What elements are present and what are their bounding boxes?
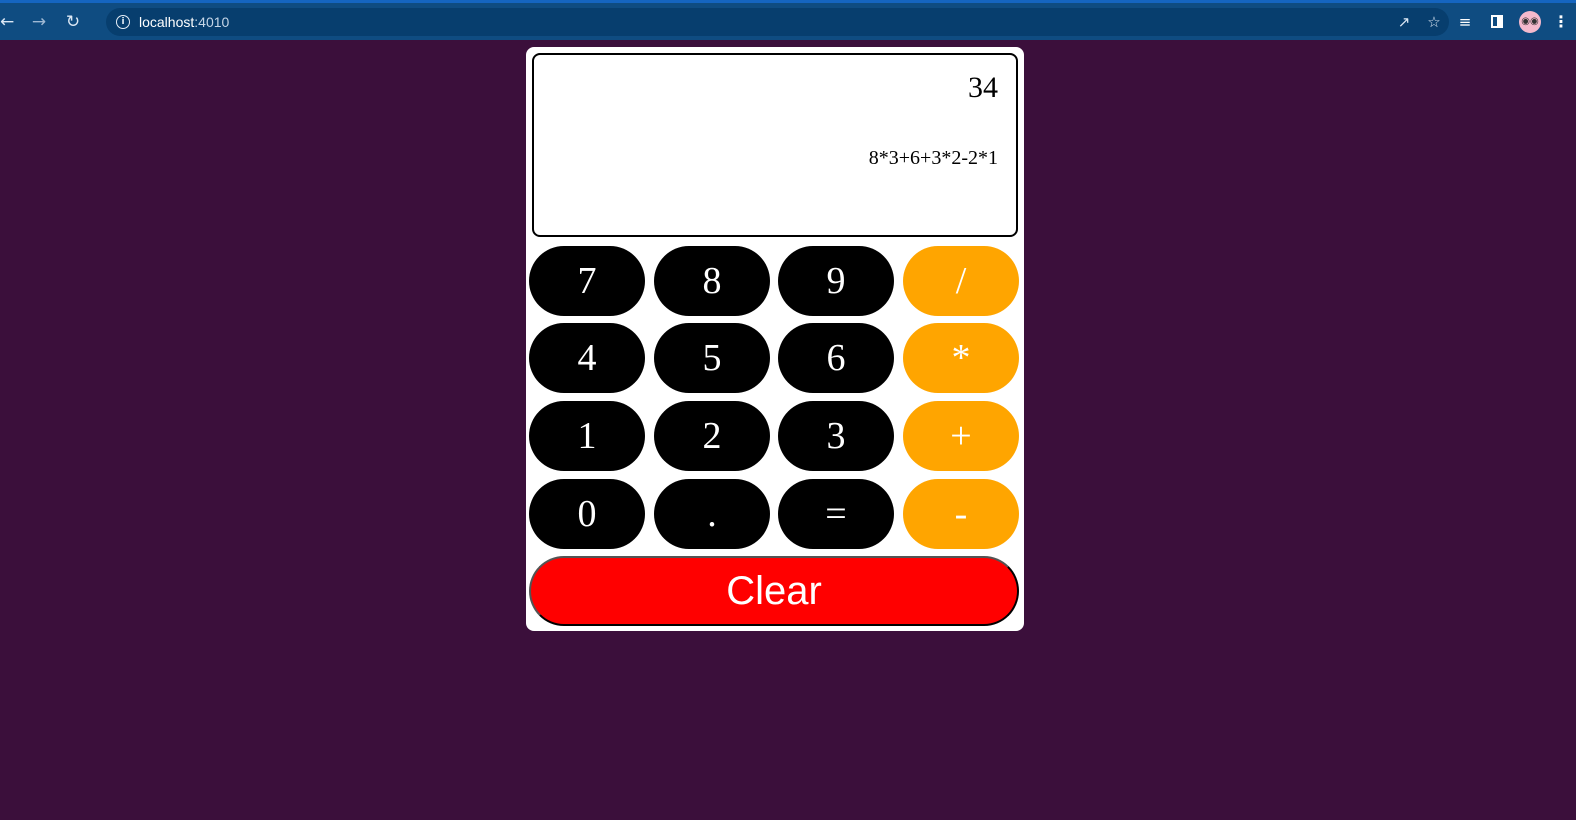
- calculator: 34 8*3+6+3*2-2*1 7 8 9 / 4 5 6 * 1 2 3 +…: [526, 47, 1024, 631]
- key-5[interactable]: 5: [654, 323, 770, 393]
- clear-button[interactable]: Clear: [529, 556, 1019, 626]
- expression-value: 8*3+6+3*2-2*1: [868, 147, 998, 169]
- result-value: 34: [968, 71, 998, 104]
- key-3[interactable]: 3: [778, 401, 894, 471]
- reading-list-icon[interactable]: ≡: [1449, 8, 1481, 36]
- share-icon[interactable]: ↗: [1389, 8, 1419, 36]
- info-icon[interactable]: i: [116, 14, 130, 29]
- key-divide[interactable]: /: [903, 246, 1019, 316]
- key-multiply[interactable]: *: [903, 323, 1019, 393]
- forward-arrow-icon[interactable]: →: [26, 9, 52, 35]
- address-bar[interactable]: i localhost:4010 ↗ ☆: [106, 7, 1449, 36]
- url-port: :4010: [194, 13, 230, 30]
- url-host: localhost: [139, 13, 195, 30]
- key-8[interactable]: 8: [654, 246, 770, 316]
- calculator-display: 34 8*3+6+3*2-2*1: [532, 53, 1018, 237]
- side-panel-icon[interactable]: [1481, 8, 1513, 36]
- browser-toolbar: ← → ↻ i localhost:4010 ↗ ☆ ≡ ◉◉ ⋮: [0, 0, 1576, 40]
- menu-icon[interactable]: ⋮: [1547, 12, 1575, 31]
- key-add[interactable]: +: [903, 401, 1019, 471]
- key-6[interactable]: 6: [778, 323, 894, 393]
- reload-icon[interactable]: ↻: [60, 9, 86, 35]
- star-icon[interactable]: ☆: [1419, 8, 1449, 36]
- key-4[interactable]: 4: [529, 323, 645, 393]
- profile-avatar[interactable]: ◉◉: [1519, 10, 1541, 33]
- key-2[interactable]: 2: [654, 401, 770, 471]
- key-decimal[interactable]: .: [654, 479, 770, 549]
- key-7[interactable]: 7: [529, 246, 645, 316]
- key-0[interactable]: 0: [529, 479, 645, 549]
- key-subtract[interactable]: -: [903, 479, 1019, 549]
- back-arrow-icon[interactable]: ←: [0, 9, 14, 35]
- url-text[interactable]: localhost:4010: [139, 14, 229, 30]
- key-equals[interactable]: =: [778, 479, 894, 549]
- key-9[interactable]: 9: [778, 246, 894, 316]
- key-1[interactable]: 1: [529, 401, 645, 471]
